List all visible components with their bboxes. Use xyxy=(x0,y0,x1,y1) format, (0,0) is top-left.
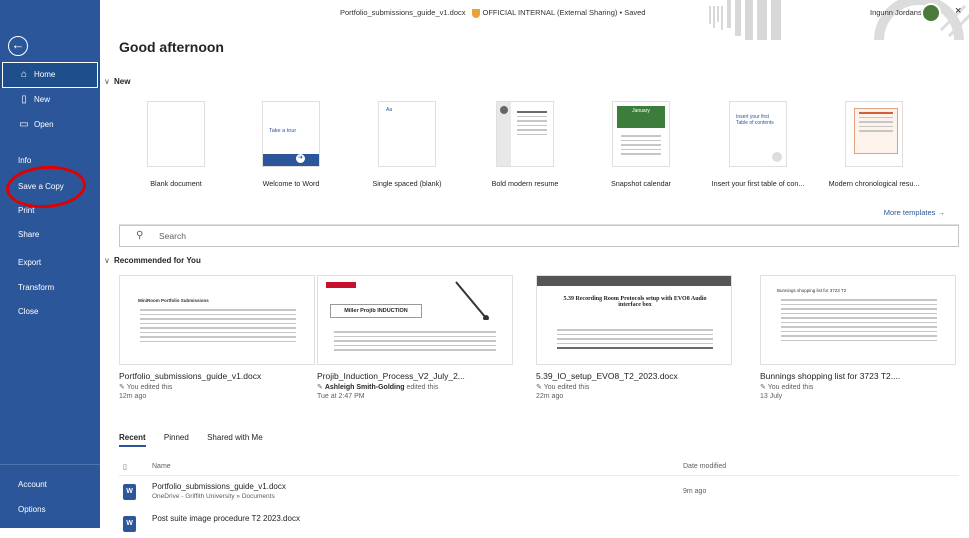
template-snapshot-calendar[interactable]: January Snapshot calendar xyxy=(581,101,701,188)
sidebar-divider xyxy=(0,464,100,465)
recommended-card[interactable]: MiniRoom Portfolio Submissions Portfolio… xyxy=(119,275,315,400)
recommended-card[interactable]: Bunnings shopping list for 3723 T2 Bunni… xyxy=(760,275,956,400)
chevron-down-icon: ∨ xyxy=(104,77,110,86)
template-thumbnail xyxy=(496,101,554,167)
sidebar-item-close[interactable]: Close xyxy=(0,299,100,325)
recommended-section-header[interactable]: ∨ Recommended for You xyxy=(104,256,201,265)
home-icon: ⌂ xyxy=(20,69,28,80)
template-bold-modern-resume[interactable]: Bold modern resume xyxy=(465,101,585,188)
edit-pencil-icon: ✎ xyxy=(760,384,766,391)
back-arrow-icon[interactable]: ← xyxy=(8,36,28,56)
tab-shared-with-me[interactable]: Shared with Me xyxy=(207,433,263,442)
greeting-heading: Good afternoon xyxy=(119,39,224,55)
sidebar-item-share[interactable]: Share xyxy=(0,222,100,248)
table-row[interactable]: W Post suite image procedure T2 2023.doc… xyxy=(119,512,959,538)
edit-pencil-icon: ✎ xyxy=(536,384,542,391)
document-preview: 5.39 Recording Room Protocols setup with… xyxy=(536,275,732,365)
template-thumbnail: Aa xyxy=(378,101,436,167)
arrow-right-icon: ➔ xyxy=(296,154,305,163)
edit-pencil-icon: ✎ xyxy=(317,384,323,391)
template-thumbnail xyxy=(147,101,205,167)
file-tabs: Recent Pinned Shared with Me xyxy=(119,433,279,447)
document-preview: MiniRoom Portfolio Submissions xyxy=(119,275,315,365)
template-thumbnail: Take a tour ➔ xyxy=(262,101,320,167)
folder-icon: ▭ xyxy=(19,119,29,130)
file-type-icon-header: ▯ xyxy=(123,464,127,471)
template-modern-chronological-resume[interactable]: Modern chronological resu... xyxy=(814,101,934,188)
search-icon: ⚲ xyxy=(136,230,144,241)
table-divider xyxy=(119,475,959,476)
backstage-sidebar: ← ⌂ Home ▯ New ▭ Open Info Save a Copy Prin… xyxy=(0,0,100,528)
more-templates-link[interactable]: More templates → xyxy=(884,208,945,217)
sidebar-item-home[interactable]: ⌂ Home xyxy=(0,62,100,88)
word-file-icon: W xyxy=(123,484,136,500)
template-thumbnail xyxy=(845,101,903,167)
sidebar-item-export[interactable]: Export xyxy=(0,250,100,276)
column-header-date-modified[interactable]: Date modified xyxy=(683,463,726,470)
recommended-card[interactable]: Miller Projib INDUCTION Projib_Induction… xyxy=(317,275,513,400)
template-table-of-contents[interactable]: Insert your first Table of contents Inse… xyxy=(698,101,818,188)
title-bar: Portfolio_submissions_guide_v1.docx OFFIC… xyxy=(100,0,969,40)
shield-icon xyxy=(471,8,480,18)
avatar[interactable] xyxy=(921,3,941,23)
tab-pinned[interactable]: Pinned xyxy=(164,433,189,442)
template-single-spaced[interactable]: Aa Single spaced (blank) xyxy=(347,101,467,188)
template-blank-document[interactable]: Blank document xyxy=(116,101,236,188)
document-preview: Miller Projib INDUCTION xyxy=(317,275,513,365)
tab-recent[interactable]: Recent xyxy=(119,433,146,447)
sidebar-item-account[interactable]: Account xyxy=(0,472,100,498)
document-preview: Bunnings shopping list for 3723 T2 xyxy=(760,275,956,365)
word-file-icon: W xyxy=(123,516,136,532)
new-section-header[interactable]: ∨ New xyxy=(104,77,130,86)
sidebar-item-new[interactable]: ▯ New xyxy=(0,87,100,113)
recommended-card[interactable]: 5.39 Recording Room Protocols setup with… xyxy=(536,275,732,400)
close-button[interactable]: × xyxy=(955,5,961,17)
search-input[interactable]: ⚲ Search xyxy=(119,225,959,247)
sidebar-item-transform[interactable]: Transform xyxy=(0,275,100,301)
table-row[interactable]: W Portfolio_submissions_guide_v1.docx On… xyxy=(119,480,959,506)
template-welcome-to-word[interactable]: Take a tour ➔ Welcome to Word xyxy=(231,101,351,188)
new-doc-icon: ▯ xyxy=(21,94,27,105)
sidebar-item-options[interactable]: Options xyxy=(0,497,100,523)
column-header-name[interactable]: Name xyxy=(152,463,171,470)
document-title: Portfolio_submissions_guide_v1.docx OFFIC… xyxy=(340,8,646,18)
edit-pencil-icon: ✎ xyxy=(119,384,125,391)
sidebar-item-open[interactable]: ▭ Open xyxy=(0,112,100,138)
chevron-down-icon: ∨ xyxy=(104,256,110,265)
template-thumbnail: January xyxy=(612,101,670,167)
template-thumbnail: Insert your first Table of contents xyxy=(729,101,787,167)
